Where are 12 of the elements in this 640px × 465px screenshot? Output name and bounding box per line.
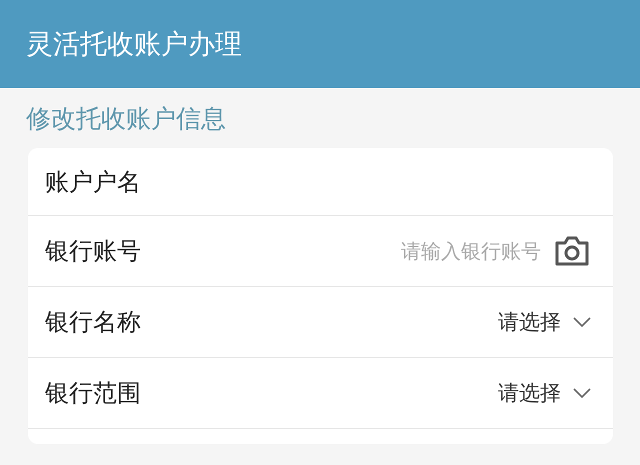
chevron-down-icon (573, 388, 591, 398)
field-label: 银行范围 (45, 378, 141, 409)
field-label: 账户户名 (45, 166, 141, 198)
field-label: 银行账号 (45, 236, 141, 267)
account-input-field[interactable]: 请输入银行账号 (371, 239, 541, 263)
chevron-down-icon (573, 317, 591, 327)
field-label: 银行名称 (45, 307, 141, 338)
select-dropdown[interactable]: 请选择 (498, 379, 591, 407)
page-title: 灵活托收账户办理 (26, 28, 242, 62)
section-title: 修改托收账户信息 (25, 103, 227, 135)
camera-icon[interactable] (553, 235, 591, 267)
select-dropdown[interactable]: 请选择 (498, 308, 591, 336)
